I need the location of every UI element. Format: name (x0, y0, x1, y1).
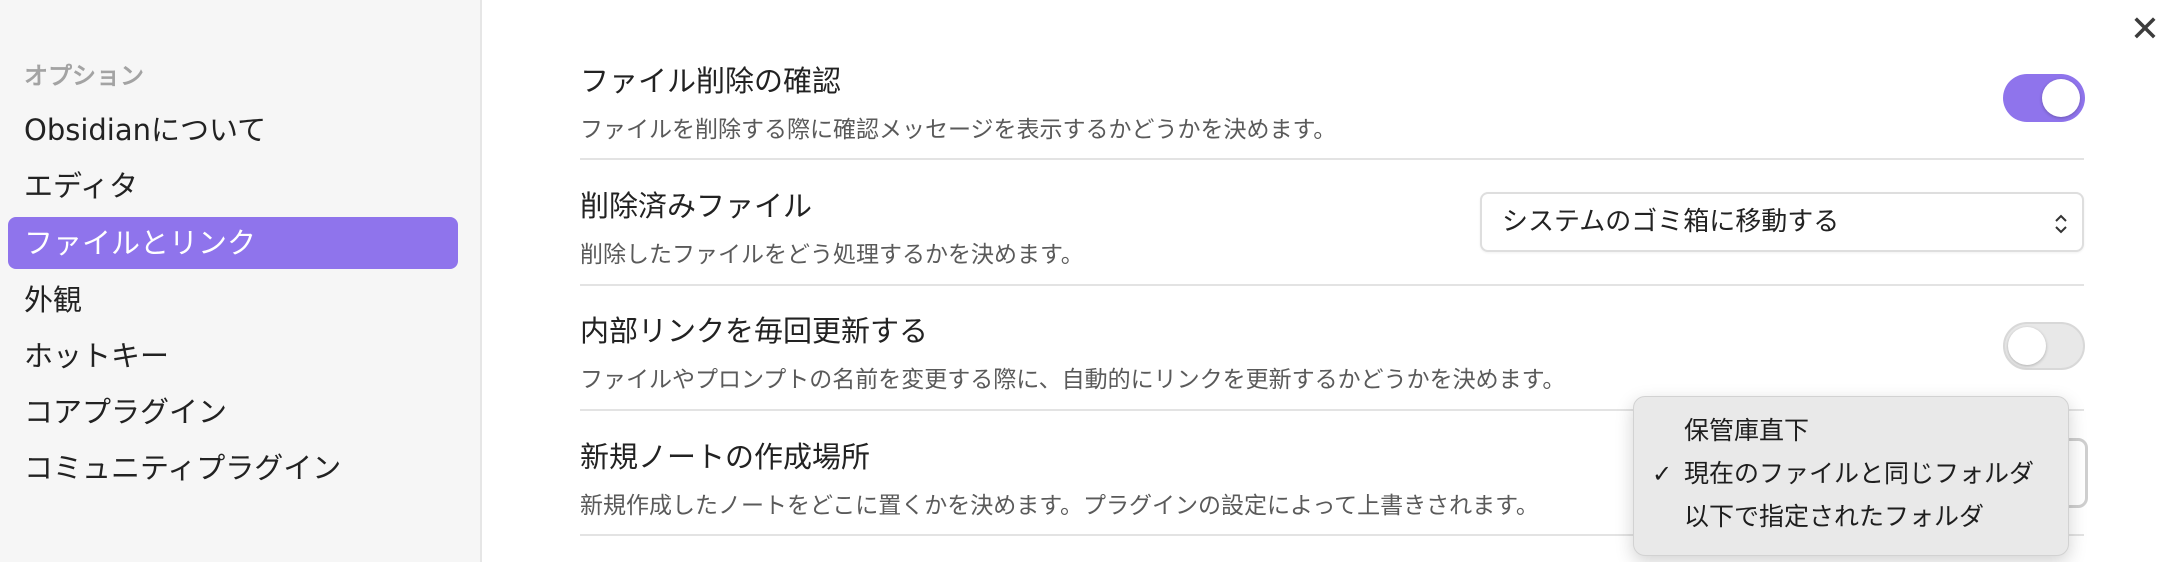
deleted-files-select[interactable]: システムのゴミ箱に移動する (1480, 192, 2084, 252)
sidebar-item-core-plugins[interactable]: コアプラグイン (8, 386, 458, 438)
checkmark-icon: ✓ (1652, 460, 1673, 488)
toggle-knob (2042, 79, 2080, 117)
sidebar-item-appearance[interactable]: 外観 (8, 274, 458, 326)
divider (580, 158, 2084, 160)
close-icon[interactable]: ✕ (2126, 8, 2164, 52)
sidebar-item-editor[interactable]: エディタ (8, 160, 458, 212)
settings-sidebar: オプション Obsidianについて エディタ ファイルとリンク 外観 ホットキ… (0, 0, 482, 562)
sidebar-item-about[interactable]: Obsidianについて (8, 104, 458, 156)
select-value: システムのゴミ箱に移動する (1502, 207, 1840, 237)
dropdown-option-specified-folder[interactable]: 以下で指定されたフォルダ (1634, 497, 2070, 537)
sidebar-item-community-plugins[interactable]: コミュニティプラグイン (8, 442, 458, 494)
setting-update-internal-links: 内部リンクを毎回更新する ファイルやプロンプトの名前を変更する際に、自動的にリン… (580, 308, 2084, 394)
sidebar-item-files-links[interactable]: ファイルとリンク (8, 217, 458, 269)
toggle-knob (2008, 327, 2046, 365)
sidebar-heading: オプション (24, 62, 144, 90)
update-links-toggle[interactable] (2003, 322, 2085, 370)
dropdown-option-label: 現在のファイルと同じフォルダ (1684, 459, 2035, 488)
divider (580, 284, 2084, 286)
new-note-location-dropdown: 保管庫直下 ✓ 現在のファイルと同じフォルダ 以下で指定されたフォルダ (1633, 396, 2069, 556)
setting-confirm-delete: ファイル削除の確認 ファイルを削除する際に確認メッセージを表示するかどうかを決め… (580, 58, 2084, 144)
setting-description: ファイルを削除する際に確認メッセージを表示するかどうかを決めます。 (580, 117, 1337, 143)
setting-description: ファイルやプロンプトの名前を変更する際に、自動的にリンクを更新するかどうかを決め… (580, 367, 1566, 393)
confirm-delete-toggle[interactable] (2003, 74, 2085, 122)
setting-title: ファイル削除の確認 (580, 64, 842, 98)
setting-title: 内部リンクを毎回更新する (580, 314, 929, 348)
dropdown-option-vault-root[interactable]: 保管庫直下 (1634, 411, 2070, 451)
dropdown-option-same-folder[interactable]: ✓ 現在のファイルと同じフォルダ (1634, 454, 2070, 494)
sidebar-item-hotkeys[interactable]: ホットキー (8, 330, 458, 382)
chevron-updown-icon (2054, 194, 2068, 250)
